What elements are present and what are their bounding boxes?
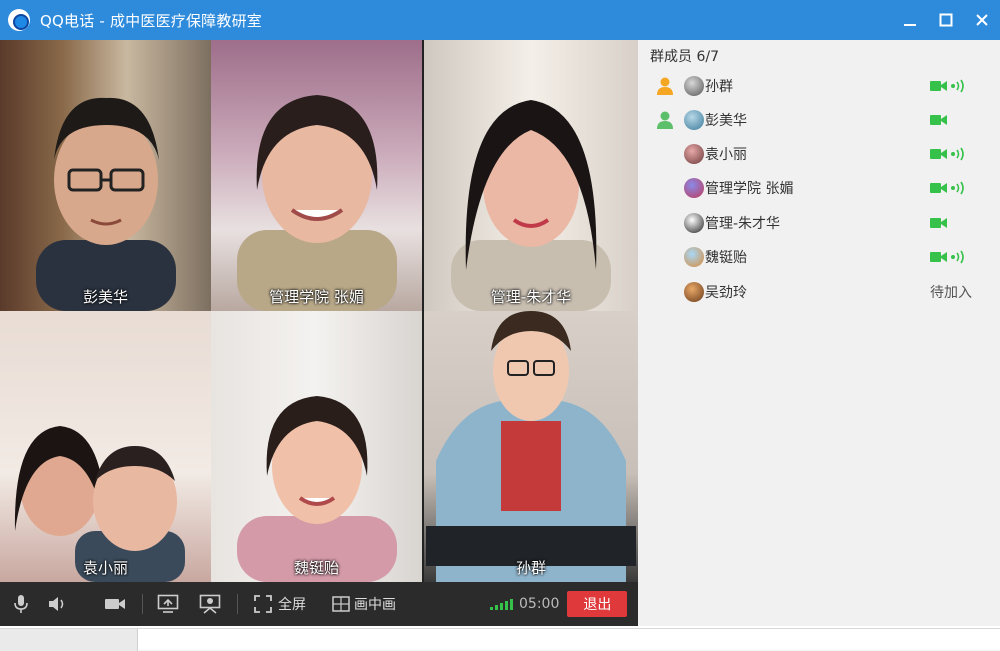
qq-logo-icon	[8, 9, 30, 31]
member-row[interactable]: 魏铤贻	[638, 240, 1000, 274]
exit-button[interactable]: 退出	[567, 591, 628, 617]
member-row[interactable]: 吴劲玲 待加入	[638, 275, 1000, 309]
call-timer: 05:00	[519, 596, 560, 612]
participant-name: 孙群	[515, 559, 546, 577]
picture-in-picture-icon[interactable]	[330, 593, 352, 615]
participant-video	[236, 95, 397, 311]
fullscreen-icon[interactable]	[252, 593, 274, 615]
maximize-icon[interactable]	[928, 0, 964, 40]
call-toolbar: 全屏 画中画 05:00 退出	[0, 582, 638, 626]
qq-call-window: QQ电话 - 成中医医疗保障教研室 彭美华 管理学院 张媚 管理-朱才华 袁小丽…	[0, 0, 1000, 628]
speaking-icon	[951, 147, 964, 161]
window-title: QQ电话 - 成中医医疗保障教研室	[40, 11, 262, 30]
signal-strength-icon	[490, 598, 513, 610]
camera-on-icon	[930, 115, 947, 125]
video-tile[interactable]: 管理学院 张媚	[211, 40, 422, 311]
video-grid: 彭美华 管理学院 张媚 管理-朱才华 袁小丽 魏铤贻 孙群	[0, 40, 638, 582]
member-row[interactable]: 袁小丽	[638, 137, 1000, 171]
speaker-icon[interactable]	[46, 593, 68, 615]
title-bar[interactable]: QQ电话 - 成中医医疗保障教研室	[0, 0, 1000, 40]
member-name: 孙群	[705, 79, 733, 95]
avatar	[684, 213, 704, 233]
participant-name: 魏铤贻	[293, 559, 339, 577]
speaking-icon	[951, 79, 964, 93]
camera-on-icon	[930, 252, 947, 262]
member-row[interactable]: 孙群	[638, 69, 1000, 103]
avatar	[684, 110, 704, 130]
speaking-icon	[951, 250, 964, 264]
member-name: 管理学院 张媚	[705, 181, 794, 197]
member-name: 袁小丽	[705, 147, 747, 163]
member-name: 彭美华	[705, 113, 747, 129]
presenter-icon[interactable]	[199, 593, 221, 615]
window-controls	[892, 0, 1000, 40]
close-icon[interactable]	[964, 0, 1000, 40]
microphone-icon[interactable]	[10, 593, 32, 615]
member-name: 魏铤贻	[705, 250, 747, 266]
avatar	[684, 76, 704, 96]
participant-name: 管理学院 张媚	[269, 288, 364, 306]
toolbar-divider	[237, 594, 238, 614]
camera-on-icon	[930, 218, 947, 228]
owner-icon	[657, 77, 673, 95]
member-name: 吴劲玲	[705, 285, 747, 301]
member-row[interactable]: 彭美华	[638, 103, 1000, 137]
camera-icon[interactable]	[104, 593, 126, 615]
speaking-icon	[951, 181, 964, 195]
video-tile[interactable]: 袁小丽	[0, 311, 211, 582]
member-name: 管理-朱才华	[705, 216, 781, 232]
participant-video	[14, 426, 185, 582]
participant-video	[451, 100, 611, 311]
pip-button[interactable]: 画中画	[354, 594, 396, 614]
video-tile[interactable]: 孙群	[424, 311, 638, 582]
camera-on-icon	[930, 183, 947, 193]
avatar	[684, 247, 704, 267]
side-panel	[0, 629, 138, 651]
participant-video	[236, 396, 397, 582]
avatar	[684, 144, 704, 164]
participant-name: 彭美华	[82, 288, 128, 306]
video-tile[interactable]: 魏铤贻	[211, 311, 422, 582]
participant-video	[35, 97, 176, 311]
members-panel: 群成员 6/7 孙群 彭美华 袁小丽 管理学院 张媚 管理-朱才华 魏铤贻 吴劲…	[638, 40, 1000, 626]
member-row[interactable]: 管理学院 张媚	[638, 171, 1000, 205]
avatar	[684, 178, 704, 198]
video-tile[interactable]: 彭美华	[0, 40, 211, 311]
member-row[interactable]: 管理-朱才华	[638, 206, 1000, 240]
avatar	[684, 282, 704, 302]
toolbar-divider	[142, 594, 143, 614]
participant-video	[426, 311, 636, 582]
fullscreen-button[interactable]: 全屏	[278, 594, 306, 614]
taskbar-strip	[0, 628, 1000, 651]
minimize-icon[interactable]	[892, 0, 928, 40]
video-tile[interactable]: 管理-朱才华	[424, 40, 638, 311]
admin-icon	[657, 111, 673, 129]
camera-on-icon	[930, 149, 947, 159]
members-header: 群成员 6/7	[650, 49, 719, 65]
participant-name: 管理-朱才华	[490, 288, 572, 306]
participant-name: 袁小丽	[82, 559, 128, 577]
screen-share-icon[interactable]	[157, 593, 179, 615]
camera-on-icon	[930, 81, 947, 91]
member-status: 待加入	[930, 285, 972, 301]
